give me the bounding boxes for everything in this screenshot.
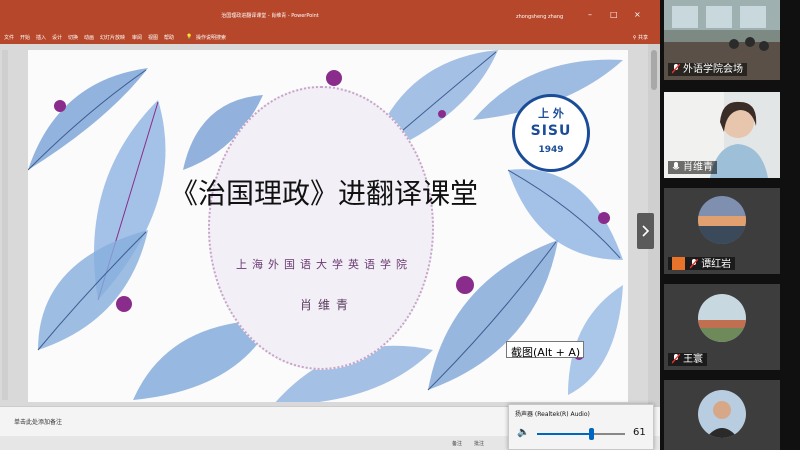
tab-file[interactable]: 文件: [4, 34, 14, 41]
participant-name-text: 肖维青: [683, 162, 713, 173]
lightbulb-icon: 💡: [186, 34, 193, 40]
collapse-panel-button[interactable]: [637, 213, 654, 249]
window-title: 治国理政进翻译课堂 - 肖维青 - PowerPoint: [221, 13, 319, 19]
tab-home[interactable]: 开始: [20, 34, 30, 41]
feather-decoration-icon: [427, 240, 558, 391]
comments-toggle[interactable]: 批注: [474, 440, 484, 447]
participant-tile[interactable]: 谭红岩: [664, 188, 780, 274]
powerpoint-window: 治国理政进翻译课堂 - 肖维青 - PowerPoint zhongsheng …: [0, 0, 660, 450]
participant-name: 谭红岩: [668, 257, 736, 270]
thumbnail-strip[interactable]: [2, 50, 8, 400]
ink-splatter: [598, 212, 610, 224]
volume-slider-knob[interactable]: [588, 428, 594, 440]
volume-slider[interactable]: [537, 433, 625, 435]
volume-fill: [537, 433, 591, 435]
tab-slideshow[interactable]: 幻灯片放映: [100, 34, 125, 41]
tab-view[interactable]: 视图: [148, 34, 158, 41]
participant-tile[interactable]: 外语学院会场: [664, 0, 780, 80]
ink-splatter: [456, 276, 474, 294]
avatar: [698, 294, 746, 342]
host-badge-icon: [672, 257, 685, 270]
participant-name: 外语学院会场: [668, 63, 747, 76]
mic-muted-icon: [671, 63, 681, 74]
participant-name-text: 王寰: [683, 354, 703, 365]
participant-name-text: 外语学院会场: [683, 64, 743, 75]
tab-animations[interactable]: 动画: [84, 34, 94, 41]
avatar: [698, 390, 746, 438]
mic-muted-icon: [689, 258, 699, 269]
minimize-icon[interactable]: –: [588, 11, 592, 19]
tell-me-search[interactable]: 操作说明搜索: [196, 34, 226, 41]
user-name[interactable]: zhongsheng zhang: [516, 14, 563, 20]
participant-tile[interactable]: 肖维青: [664, 92, 780, 178]
participant-name-text: 谭红岩: [701, 259, 732, 270]
tab-design[interactable]: 设计: [52, 34, 62, 41]
title-bar: 治国理政进翻译课堂 - 肖维青 - PowerPoint zhongsheng …: [0, 0, 660, 30]
participant-name: 王寰: [668, 353, 707, 366]
tab-insert[interactable]: 插入: [36, 34, 46, 41]
volume-value: 61: [633, 427, 646, 438]
ink-splatter: [54, 100, 66, 112]
share-person-icon: ⚲: [632, 35, 637, 41]
tab-transitions[interactable]: 切换: [68, 34, 78, 41]
share-label: 共享: [637, 35, 648, 41]
logo-middle-text: SISU: [530, 123, 572, 139]
screenshot-tooltip: 截图(Alt + A): [506, 341, 584, 359]
slide-subtitle[interactable]: 上海外国语大学英语学院: [236, 256, 412, 272]
title-circle: [208, 86, 434, 370]
ink-splatter: [438, 110, 446, 118]
slide-title[interactable]: 《治国理政》进翻译课堂: [170, 172, 500, 212]
participant-tile[interactable]: [664, 380, 780, 450]
ribbon-tabs: 文件 开始 插入 设计 切换 动画 幻灯片放映 审阅 视图 帮助 💡 操作说明搜…: [0, 30, 660, 44]
scrollbar-thumb[interactable]: [651, 50, 657, 90]
speaker-icon[interactable]: 🔈: [517, 427, 529, 438]
share-button[interactable]: ⚲ 共享: [633, 34, 648, 41]
slide-author[interactable]: 肖维青: [300, 296, 354, 313]
participant-tile[interactable]: 王寰: [664, 284, 780, 370]
screen: 治国理政进翻译课堂 - 肖维青 - PowerPoint zhongsheng …: [0, 0, 800, 450]
tab-review[interactable]: 审阅: [132, 34, 142, 41]
feather-decoration-icon: [568, 285, 623, 395]
university-logo: 上 外 SISU 1949: [512, 94, 590, 172]
notes-toggle[interactable]: 备注: [452, 440, 462, 447]
volume-flyout: 扬声器 (Realtek(R) Audio) 🔈 61: [508, 404, 654, 450]
logo-top-text: 上 外: [538, 107, 564, 120]
audio-device-name[interactable]: 扬声器 (Realtek(R) Audio): [515, 409, 590, 418]
close-icon[interactable]: ×: [634, 11, 641, 19]
tab-help[interactable]: 帮助: [164, 34, 174, 41]
ink-splatter: [326, 70, 342, 86]
avatar: [698, 196, 746, 244]
mic-icon: [672, 162, 680, 170]
notes-placeholder: 单击此处添加备注: [14, 419, 63, 426]
ink-splatter: [116, 296, 132, 312]
maximize-icon[interactable]: □: [610, 11, 618, 19]
chevron-right-icon: [642, 225, 650, 237]
mic-muted-icon: [671, 353, 681, 364]
participant-name: 肖维青: [668, 161, 717, 174]
logo-year: 1949: [538, 145, 564, 155]
